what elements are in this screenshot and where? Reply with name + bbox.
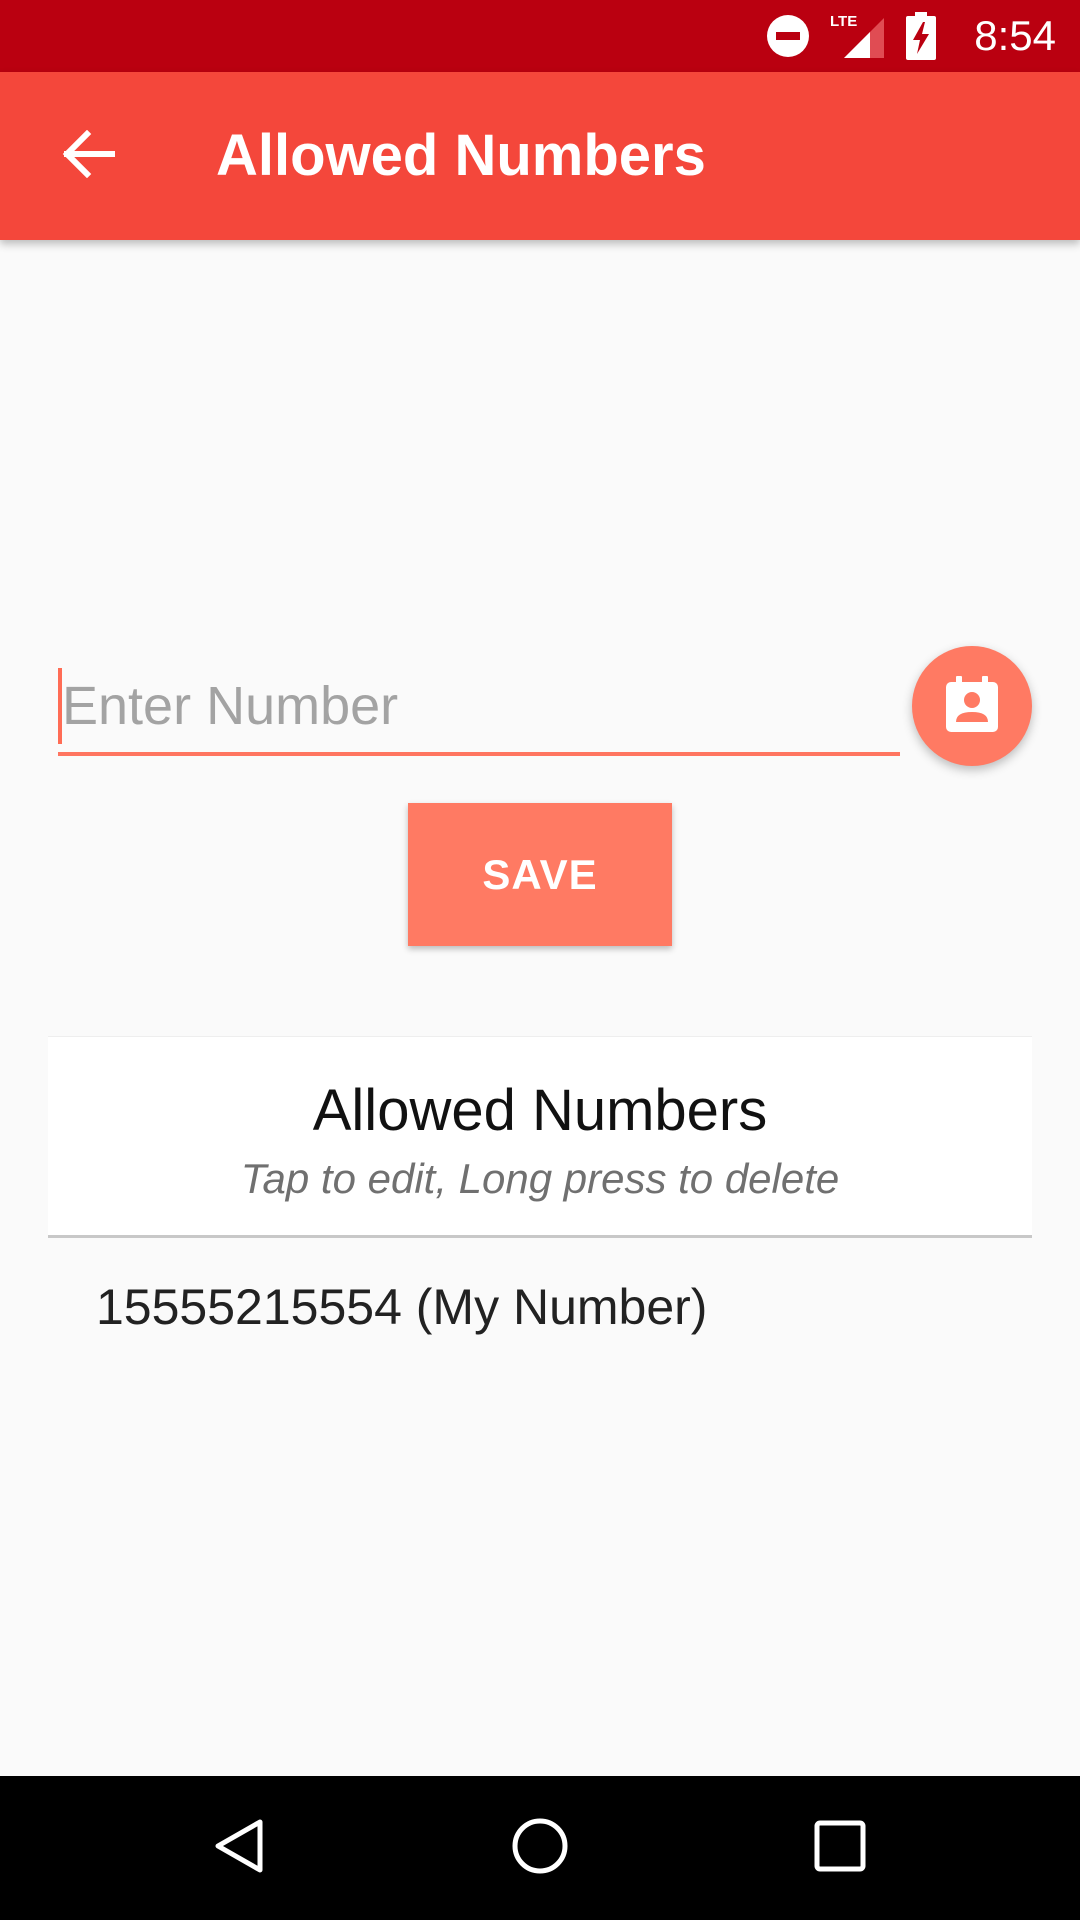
page-title: Allowed Numbers	[216, 123, 706, 188]
back-triangle-icon	[210, 1816, 270, 1881]
nav-recents-button[interactable]	[792, 1800, 888, 1896]
home-circle-icon	[510, 1816, 570, 1881]
save-button[interactable]: SAVE	[408, 803, 672, 946]
allowed-number-label: 15555215554 (My Number)	[96, 1279, 708, 1335]
list-item[interactable]: 15555215554 (My Number)	[48, 1244, 1032, 1374]
list-header: Allowed Numbers Tap to edit, Long press …	[48, 1036, 1032, 1238]
list-subtitle: Tap to edit, Long press to delete	[240, 1155, 840, 1202]
nav-home-button[interactable]	[492, 1800, 588, 1896]
signal-icon: LTE	[830, 12, 886, 60]
pick-contact-button[interactable]	[912, 646, 1032, 766]
nav-back-button[interactable]	[192, 1800, 288, 1896]
recents-square-icon	[812, 1818, 868, 1879]
contacts-icon	[942, 674, 1002, 739]
navigation-bar	[0, 1776, 1080, 1920]
list-title: Allowed Numbers	[312, 1078, 768, 1143]
status-bar: LTE 8:54	[0, 0, 1080, 72]
app-bar: Allowed Numbers	[0, 72, 1080, 240]
arrow-back-icon	[61, 129, 116, 183]
back-button[interactable]	[40, 108, 136, 204]
network-type-label: LTE	[830, 13, 857, 30]
number-input[interactable]	[58, 660, 900, 752]
battery-charging-icon	[906, 12, 937, 60]
status-icons: LTE 8:54	[766, 0, 1056, 72]
do-not-disturb-icon	[766, 14, 810, 58]
text-cursor	[58, 668, 62, 744]
number-input-container	[58, 660, 900, 756]
status-time: 8:54	[974, 12, 1056, 59]
